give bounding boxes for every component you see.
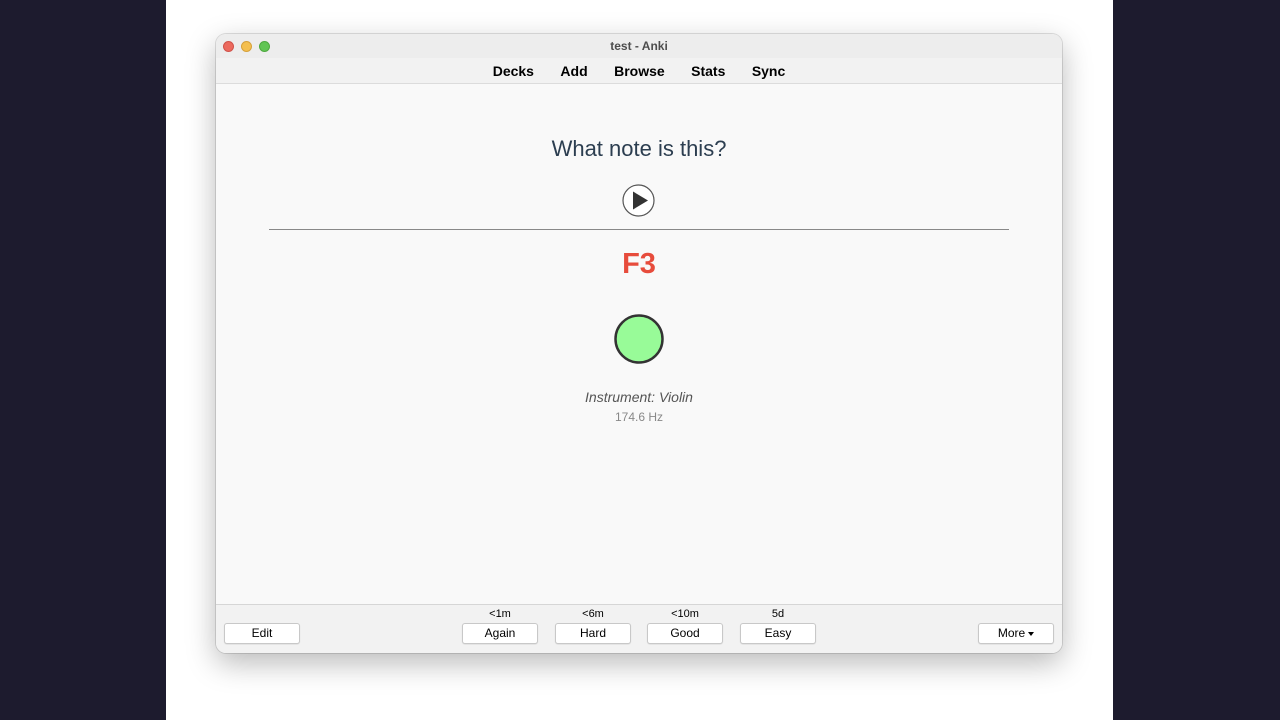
answer-divider [269,229,1009,230]
toolbar-links: Decks Add Browse Stats Sync [482,63,797,81]
instrument-label: Instrument: Violin [585,389,693,405]
caret-down-icon [1028,631,1035,636]
more-button-label: More [997,626,1026,640]
review-bottom-bar: Edit <1m Again <6m Hard <10m Good 5d Eas… [216,604,1062,653]
easy-button[interactable]: Easy [740,623,816,644]
main-toolbar: Decks Add Browse Stats Sync [216,58,1062,84]
good-button[interactable]: Good [647,623,723,644]
anki-window: test - Anki Decks Add Browse Stats Sync … [216,34,1062,653]
card-answer: F3 [622,248,656,280]
hard-interval: <6m [582,608,604,620]
card-review-area: What note is this? F3 Instrument: Violin… [216,84,1062,604]
good-interval: <10m [671,608,699,620]
hard-button[interactable]: Hard [555,623,631,644]
edit-button[interactable]: Edit [224,623,300,644]
again-interval: <1m [489,608,511,620]
title-bar[interactable]: test - Anki [216,34,1062,58]
toolbar-browse-link[interactable]: Browse [614,63,665,79]
more-button[interactable]: More [978,623,1054,644]
toolbar-decks-link[interactable]: Decks [493,63,534,79]
frequency-label: 174.6 Hz [614,410,664,424]
card-question: What note is this? [551,136,727,161]
easy-interval: 5d [771,608,785,620]
toolbar-sync-link[interactable]: Sync [752,63,785,79]
again-button[interactable]: Again [462,623,538,644]
note-color-circle [614,314,664,364]
toolbar-stats-link[interactable]: Stats [691,63,725,79]
play-audio-icon[interactable] [622,184,655,217]
toolbar-add-link[interactable]: Add [560,63,587,79]
window-title: test - Anki [610,39,668,53]
